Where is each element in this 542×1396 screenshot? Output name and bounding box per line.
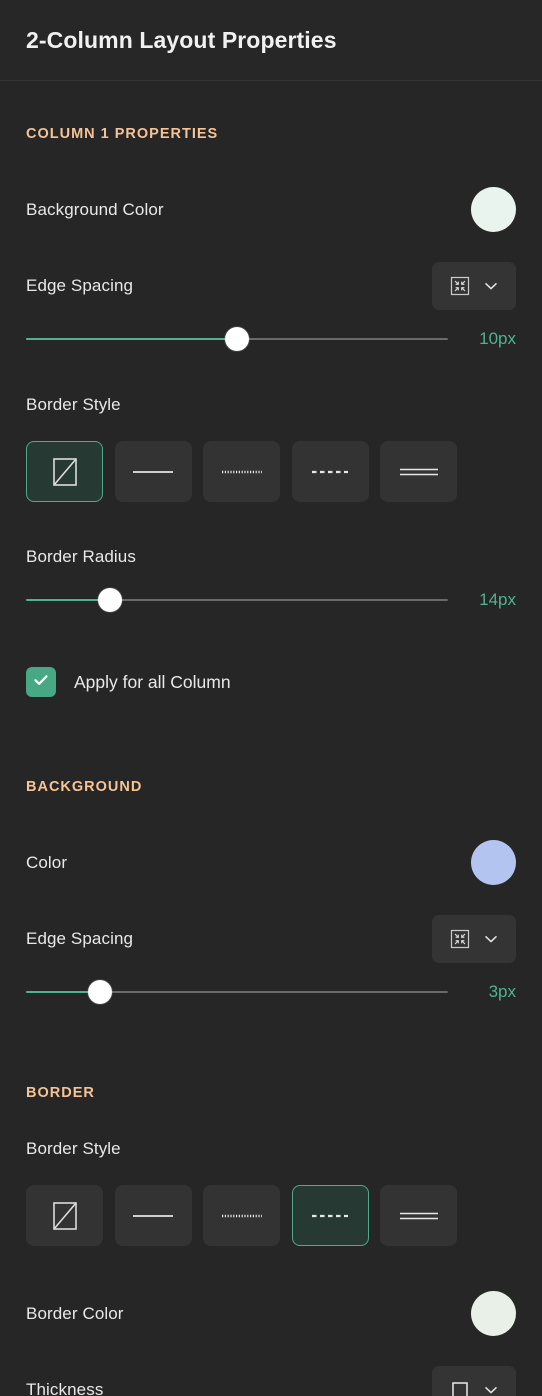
section-header-border: BORDER <box>26 1085 95 1101</box>
edge-spacing-label: Edge Spacing <box>26 276 134 295</box>
chevron-down-icon <box>482 277 500 295</box>
row-border-color: Border Color <box>26 1291 516 1336</box>
background-color-label: Background Color <box>26 199 164 219</box>
border-style-option-dashed-column[interactable] <box>291 441 369 502</box>
square-outline-icon <box>449 1379 471 1396</box>
apply-for-all-label: Apply for all Column <box>74 671 231 692</box>
background-edge-spacing-value: 3px <box>488 982 516 1001</box>
border-radius-value: 14px <box>479 590 516 609</box>
row-edge-spacing-background: Edge Spacing <box>26 915 516 963</box>
slider-thumb[interactable] <box>87 980 112 1004</box>
thickness-dropdown[interactable] <box>432 1366 516 1396</box>
background-edge-spacing-slider-row: 3px <box>26 980 516 1004</box>
border-style-option-dotted-border[interactable] <box>203 1185 280 1246</box>
page-title: 2-Column Layout Properties <box>26 26 337 53</box>
border-color-label: Border Color <box>26 1303 124 1323</box>
border-double-icon <box>397 1206 441 1226</box>
row-background-color-section: Color <box>26 840 516 885</box>
border-style-label-border: Border Style <box>26 1139 121 1158</box>
border-solid-icon <box>131 1206 175 1226</box>
border-style-option-double-column[interactable] <box>380 441 457 502</box>
row-thickness: Thickness <box>26 1366 516 1396</box>
border-style-option-solid-column[interactable] <box>114 441 192 502</box>
collapse-arrows-box-icon <box>449 928 471 950</box>
border-style-option-solid-border[interactable] <box>114 1185 192 1246</box>
border-dashed-icon <box>308 1206 352 1226</box>
section-header-background: BACKGROUND <box>26 779 143 795</box>
background-edge-spacing-slider[interactable] <box>26 980 448 1004</box>
edge-spacing-value: 10px <box>479 329 516 348</box>
border-radius-slider[interactable] <box>26 588 448 612</box>
chevron-down-icon <box>482 1381 500 1396</box>
slider-fill <box>26 338 237 340</box>
border-style-label-column: Border Style <box>26 395 121 414</box>
border-style-option-dashed-border[interactable] <box>291 1185 369 1246</box>
edge-spacing-slider-row: 10px <box>26 327 516 351</box>
thickness-label: Thickness <box>26 1380 104 1396</box>
border-none-icon <box>45 1196 85 1236</box>
apply-for-all-checkbox[interactable] <box>26 667 56 697</box>
border-double-icon <box>397 462 441 482</box>
background-section-color-label: Color <box>26 852 68 872</box>
check-icon <box>31 670 51 695</box>
panel-header: 2-Column Layout Properties <box>0 0 542 81</box>
border-none-icon <box>45 452 85 492</box>
border-dashed-icon <box>308 462 352 482</box>
slider-thumb[interactable] <box>98 588 123 612</box>
border-dotted-icon <box>220 1206 264 1226</box>
border-dotted-icon <box>220 462 264 482</box>
background-section-color-swatch[interactable] <box>471 840 516 885</box>
border-solid-icon <box>131 462 175 482</box>
background-edge-spacing-label: Edge Spacing <box>26 929 134 948</box>
panel-body: COLUMN 1 PROPERTIES Background Color Edg… <box>0 81 542 1396</box>
background-edge-spacing-dropdown[interactable] <box>432 915 516 963</box>
chevron-down-icon <box>482 930 500 948</box>
row-background-color: Background Color <box>26 187 516 232</box>
row-edge-spacing-column: Edge Spacing <box>26 262 516 310</box>
border-style-options-border <box>26 1185 516 1246</box>
border-style-option-dotted-column[interactable] <box>203 441 280 502</box>
collapse-arrows-box-icon <box>449 275 471 297</box>
border-style-option-double-border[interactable] <box>380 1185 457 1246</box>
properties-panel: 2-Column Layout Properties COLUMN 1 PROP… <box>0 0 542 1396</box>
section-header-column-1: COLUMN 1 PROPERTIES <box>26 126 219 142</box>
apply-for-all-column-row[interactable]: Apply for all Column <box>26 667 516 697</box>
border-style-option-none-column[interactable] <box>26 441 103 502</box>
slider-thumb[interactable] <box>225 327 249 351</box>
edge-spacing-slider[interactable] <box>26 327 448 351</box>
border-style-options-column <box>26 441 516 502</box>
border-radius-label: Border Radius <box>26 547 136 566</box>
border-color-swatch[interactable] <box>471 1291 516 1336</box>
border-style-option-none-border[interactable] <box>26 1185 103 1246</box>
background-color-swatch[interactable] <box>471 187 516 232</box>
edge-spacing-dropdown[interactable] <box>432 262 516 310</box>
border-radius-slider-row: 14px <box>26 588 516 612</box>
